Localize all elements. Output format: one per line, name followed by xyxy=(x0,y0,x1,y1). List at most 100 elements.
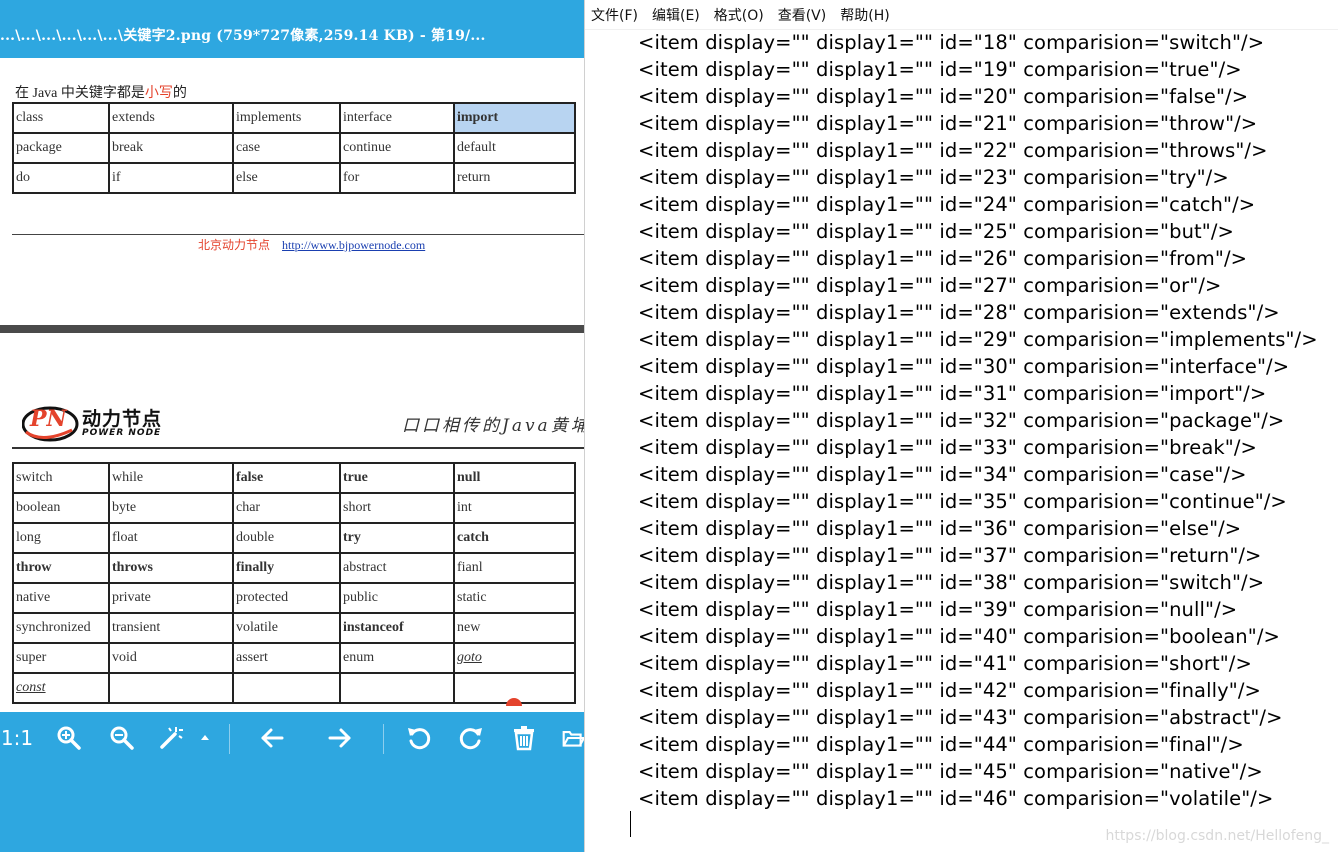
code-line: <item display="" display1="" id="32" com… xyxy=(638,409,1285,432)
toolbar-separator xyxy=(383,724,384,754)
table-cell: throws xyxy=(108,552,234,584)
table-cell: return xyxy=(453,162,576,194)
code-line: <item display="" display1="" id="30" com… xyxy=(638,355,1290,378)
code-line: <item display="" display1="" id="19" com… xyxy=(638,58,1242,81)
table-cell: transient xyxy=(108,612,234,644)
image-canvas[interactable]: 在 Java 中关键字都是小写的 class extends implements i… xyxy=(0,58,584,712)
keyword-table-2: switch while false true null boolean byte char s… xyxy=(12,462,576,704)
table-cell: for xyxy=(339,162,455,194)
viewer-title-bar[interactable]: ...\...\...\...\...\...\关键字2.png (759*72… xyxy=(0,0,584,58)
rotate-right-button[interactable] xyxy=(455,722,487,754)
table-cell: native xyxy=(12,582,110,614)
actual-size-button[interactable]: 1:1 xyxy=(0,722,34,754)
table-cell xyxy=(108,672,234,704)
table-cell: extends xyxy=(108,102,234,134)
code-line: <item display="" display1="" id="29" com… xyxy=(638,328,1318,351)
table-cell: double xyxy=(232,522,341,554)
table-cell: break xyxy=(108,132,234,164)
next-button[interactable] xyxy=(323,722,357,754)
notepad-window: 文件(F) 编辑(E) 格式(O) 查看(V) 帮助(H) https://bl… xyxy=(584,0,1338,852)
table-cell: case xyxy=(232,132,341,164)
rotate-left-button[interactable] xyxy=(403,722,435,754)
footer-org: 北京动力节点 xyxy=(198,238,271,252)
menu-file[interactable]: 文件(F) xyxy=(591,5,638,25)
table-row: long float double try catch xyxy=(12,522,576,554)
heading-prefix: 在 Java 中关键字都是 xyxy=(15,86,145,101)
code-line: <item display="" display1="" id="23" com… xyxy=(638,166,1229,189)
table-row: switch while false true null xyxy=(12,462,576,494)
code-line: <item display="" display1="" id="45" com… xyxy=(638,760,1263,783)
text-editor[interactable]: https://blog.csdn.net/Hellofeng_ <item d… xyxy=(585,28,1338,852)
table-cell: public xyxy=(339,582,455,614)
table-cell: interface xyxy=(339,102,455,134)
table-cell: while xyxy=(108,462,234,494)
viewer-toolbar: 1:1 xyxy=(0,712,584,764)
magic-wand-dropdown[interactable] xyxy=(198,722,212,754)
code-line: <item display="" display1="" id="34" com… xyxy=(638,463,1247,486)
menu-view[interactable]: 查看(V) xyxy=(778,5,827,25)
table-cell: package xyxy=(12,132,110,164)
footer-url: http://www.bjpowernode.com xyxy=(282,238,426,252)
menu-help[interactable]: 帮助(H) xyxy=(840,5,889,25)
table-cell: switch xyxy=(12,462,110,494)
viewer-title: ...\...\...\...\...\...\关键字2.png (759*72… xyxy=(0,28,486,44)
table-cell xyxy=(339,672,455,704)
heading-highlight: 小写 xyxy=(144,86,173,101)
menu-edit[interactable]: 编辑(E) xyxy=(652,5,700,25)
keyword-table-1: class extends implements interface import pac… xyxy=(12,102,576,194)
table-cell: int xyxy=(453,492,576,524)
table-cell: boolean xyxy=(12,492,110,524)
table-cell: fianl xyxy=(453,552,576,584)
trash-icon xyxy=(514,726,534,751)
code-line: <item display="" display1="" id="41" com… xyxy=(638,652,1252,675)
code-line: <item display="" display1="" id="39" com… xyxy=(638,598,1238,621)
table-cell: static xyxy=(453,582,576,614)
table-cell: char xyxy=(232,492,341,524)
code-line: <item display="" display1="" id="42" com… xyxy=(638,679,1261,702)
code-line: <item display="" display1="" id="25" com… xyxy=(638,220,1234,243)
zoom-out-button[interactable] xyxy=(105,722,139,754)
code-line: <item display="" display1="" id="43" com… xyxy=(638,706,1283,729)
open-folder-button[interactable] xyxy=(562,722,584,754)
code-line: <item display="" display1="" id="35" com… xyxy=(638,490,1287,513)
code-line: <item display="" display1="" id="44" com… xyxy=(638,733,1244,756)
table-cell: enum xyxy=(339,642,455,674)
table-row: native private protected public static xyxy=(12,582,576,614)
viewer-bottom-area xyxy=(0,764,584,852)
table-cell: short xyxy=(339,492,455,524)
table-cell: import xyxy=(453,102,576,134)
slogan: 口口相传的Java黄埔 xyxy=(402,416,584,436)
code-line: <item display="" display1="" id="46" com… xyxy=(638,787,1274,810)
table-cell: instanceof xyxy=(339,612,455,644)
rotate-right-icon xyxy=(459,728,482,750)
arrow-left-icon xyxy=(261,728,284,748)
menu-format[interactable]: 格式(O) xyxy=(714,5,764,25)
logo-chinese: 动力节点 xyxy=(82,408,163,430)
table-cell: default xyxy=(453,132,576,164)
code-line: <item display="" display1="" id="37" com… xyxy=(638,544,1262,567)
table-cell: const xyxy=(12,672,110,704)
table-cell: if xyxy=(108,162,234,194)
table-row: package break case continue default xyxy=(12,132,576,164)
code-line: <item display="" display1="" id="36" com… xyxy=(638,517,1242,540)
delete-button[interactable] xyxy=(508,722,540,754)
zoom-in-button[interactable] xyxy=(52,722,86,754)
magic-wand-icon xyxy=(160,727,183,749)
table-row: super void assert enum goto xyxy=(12,642,576,674)
code-line: <item display="" display1="" id="18" com… xyxy=(638,31,1265,54)
table-cell: private xyxy=(108,582,234,614)
table-cell: volatile xyxy=(232,612,341,644)
folder-icon xyxy=(562,731,584,747)
text-caret xyxy=(630,811,631,837)
logo-mark-text: PN xyxy=(30,406,67,432)
table-cell xyxy=(232,672,341,704)
code-line: <item display="" display1="" id="20" com… xyxy=(638,85,1249,108)
code-line: <item display="" display1="" id="22" com… xyxy=(638,139,1268,162)
arrow-right-icon xyxy=(328,728,351,748)
page-separator xyxy=(0,325,584,333)
table-row: synchronized transient volatile instanceof n… xyxy=(12,612,576,644)
magic-wand-button[interactable] xyxy=(156,722,186,754)
code-line: <item display="" display1="" id="28" com… xyxy=(638,301,1280,324)
previous-button[interactable] xyxy=(255,722,289,754)
table-cell: abstract xyxy=(339,552,455,584)
